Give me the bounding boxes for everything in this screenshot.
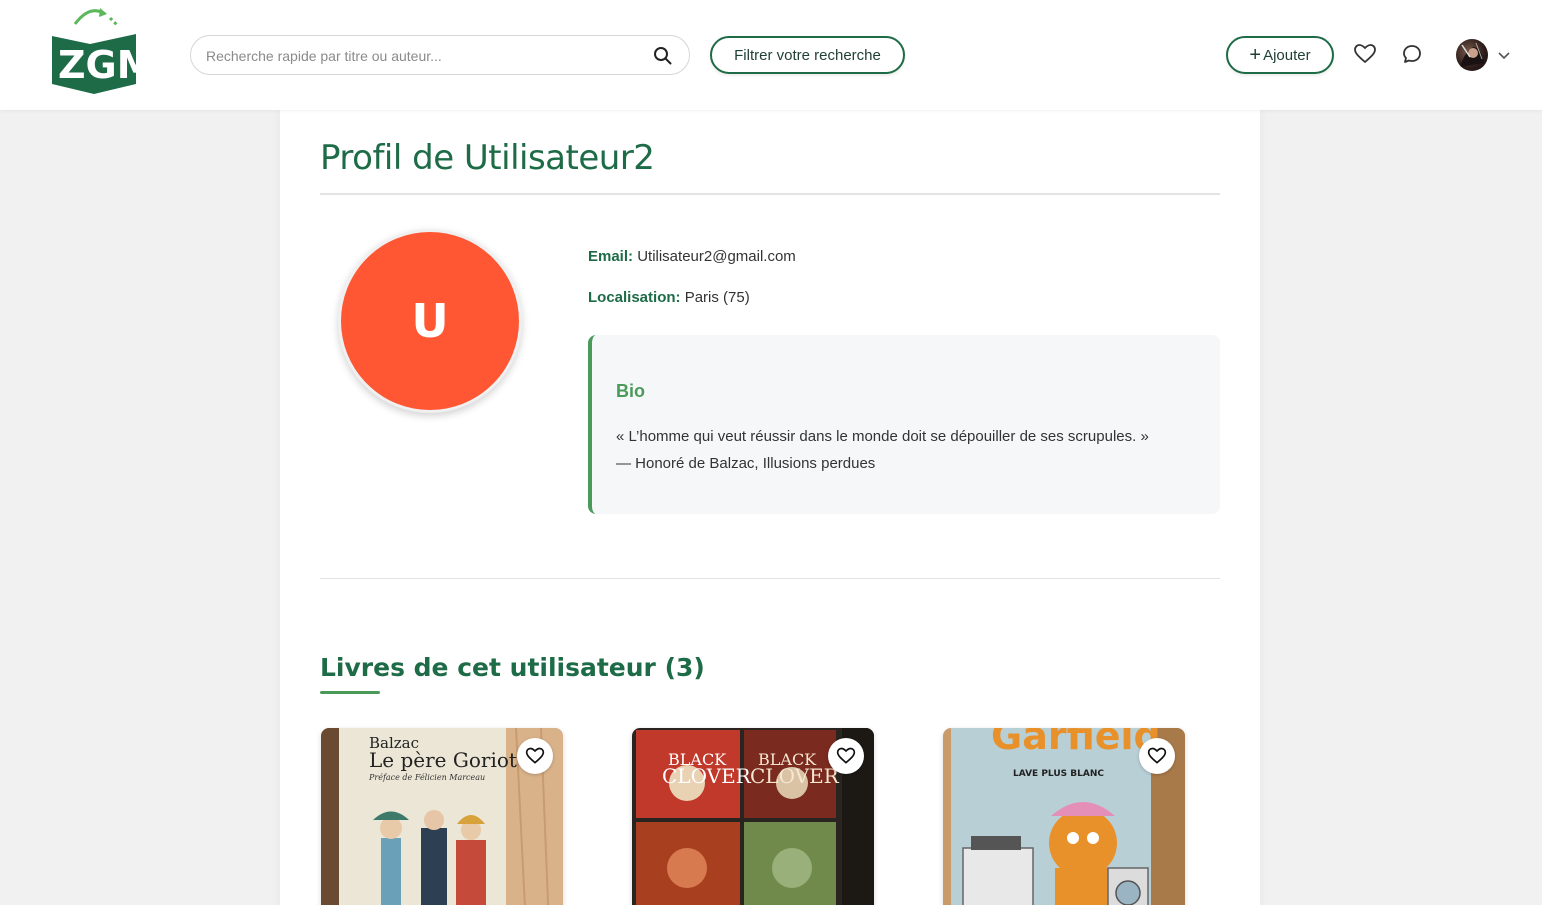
plus-icon: + <box>1249 44 1262 66</box>
favorite-button[interactable] <box>1139 738 1175 774</box>
profile-card: Profil de Utilisateur2 U Email: Utilisat… <box>280 110 1260 905</box>
top-navbar: ZGM Filtrer votre recherche + Ajouter <box>0 0 1542 110</box>
cover-subtitle: Préface de Félicien Marceau <box>369 773 486 782</box>
chevron-down-icon[interactable] <box>1496 47 1512 63</box>
add-button[interactable]: + Ajouter <box>1226 36 1334 74</box>
search-bar <box>190 35 690 75</box>
bio-title: Bio <box>616 381 645 401</box>
site-logo[interactable]: ZGM <box>50 4 155 94</box>
divider <box>320 578 1220 579</box>
location-value: Paris (75) <box>684 289 750 306</box>
books-section-title: Livres de cet utilisateur (3) <box>320 653 705 682</box>
heart-icon <box>525 747 545 764</box>
avatar-initial: U <box>411 294 449 348</box>
filter-search-button[interactable]: Filtrer votre recherche <box>710 36 905 74</box>
bio-section: Bio « L’homme qui veut réussir dans le m… <box>588 335 1220 514</box>
filter-search-label: Filtrer votre recherche <box>734 46 881 64</box>
search-icon[interactable] <box>653 46 673 66</box>
favorite-button[interactable] <box>517 738 553 774</box>
user-avatar[interactable] <box>1456 39 1488 71</box>
cover-title: Garfield <box>991 728 1161 758</box>
avatar-image-icon <box>1460 42 1484 67</box>
bio-text: « L’homme qui veut réussir dans le monde… <box>616 423 1206 477</box>
page-title: Profil de Utilisateur2 <box>320 138 655 178</box>
svg-text:ZGM: ZGM <box>58 43 140 87</box>
cover-subtitle: LAVE PLUS BLANC <box>1013 769 1104 779</box>
email-value: Utilisateur2@gmail.com <box>637 248 796 265</box>
profile-avatar: U <box>338 229 522 413</box>
divider <box>320 193 1220 195</box>
messages-icon[interactable] <box>1400 42 1424 66</box>
favorites-heart-icon[interactable] <box>1353 42 1377 66</box>
add-button-label: Ajouter <box>1263 46 1311 64</box>
cover-title-b: CLOVER <box>662 764 751 788</box>
favorite-button[interactable] <box>828 738 864 774</box>
email-label: Email: <box>588 248 634 265</box>
heart-icon <box>836 747 856 764</box>
cover-title: Le père Goriot <box>369 748 517 772</box>
title-underline <box>320 691 380 694</box>
heart-icon <box>1147 747 1167 764</box>
bio-attribution: — Honoré de Balzac, Illusions perdues <box>616 455 876 472</box>
book-card[interactable]: Garfield LAVE PLUS BLANC <box>943 728 1185 905</box>
cover-title-b: CLOVER <box>750 764 839 788</box>
location-info: Localisation: Paris (75) <box>588 289 750 306</box>
book-card[interactable]: Balzac Le père Goriot Préface de Félicie… <box>321 728 563 905</box>
bio-quote: « L’homme qui veut réussir dans le monde… <box>616 428 1149 445</box>
book-card[interactable]: BLACK CLOVER BLACK CLOVER <box>632 728 874 905</box>
logo-icon: ZGM <box>52 8 155 94</box>
email-info: Email: Utilisateur2@gmail.com <box>588 248 796 265</box>
search-input[interactable] <box>206 45 646 67</box>
location-label: Localisation: <box>588 289 681 306</box>
